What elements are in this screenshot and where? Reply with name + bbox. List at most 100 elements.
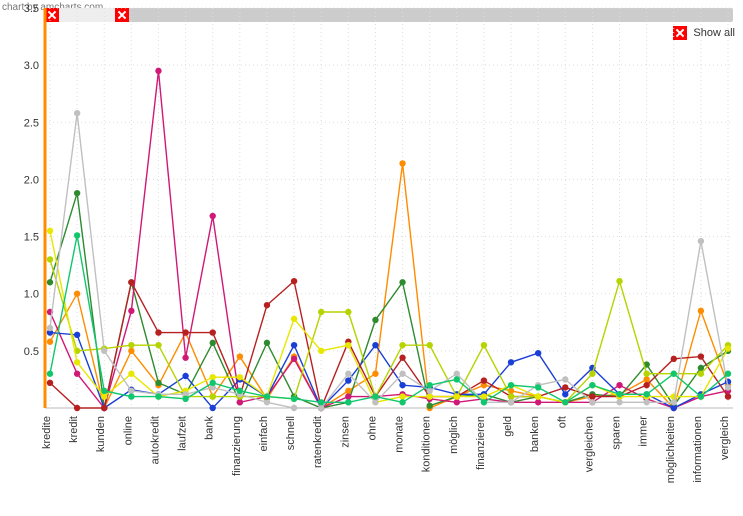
data-point[interactable] bbox=[74, 359, 80, 365]
data-point[interactable] bbox=[74, 371, 80, 377]
data-point[interactable] bbox=[671, 405, 677, 411]
data-point[interactable] bbox=[616, 278, 622, 284]
data-point[interactable] bbox=[47, 256, 53, 262]
data-point[interactable] bbox=[589, 382, 595, 388]
data-point[interactable] bbox=[155, 380, 161, 386]
data-point[interactable] bbox=[399, 382, 405, 388]
data-point[interactable] bbox=[74, 291, 80, 297]
data-point[interactable] bbox=[616, 399, 622, 405]
data-point[interactable] bbox=[237, 374, 243, 380]
data-point[interactable] bbox=[101, 388, 107, 394]
data-point[interactable] bbox=[481, 399, 487, 405]
data-point[interactable] bbox=[210, 393, 216, 399]
data-point[interactable] bbox=[318, 405, 324, 411]
data-point[interactable] bbox=[671, 399, 677, 405]
data-point[interactable] bbox=[345, 377, 351, 383]
data-point[interactable] bbox=[643, 399, 649, 405]
data-point[interactable] bbox=[562, 391, 568, 397]
data-point[interactable] bbox=[318, 348, 324, 354]
data-point[interactable] bbox=[237, 399, 243, 405]
data-point[interactable] bbox=[155, 68, 161, 74]
data-point[interactable] bbox=[562, 399, 568, 405]
data-point[interactable] bbox=[210, 340, 216, 346]
data-point[interactable] bbox=[74, 190, 80, 196]
data-point[interactable] bbox=[210, 380, 216, 386]
data-point[interactable] bbox=[155, 342, 161, 348]
data-point[interactable] bbox=[372, 393, 378, 399]
data-point[interactable] bbox=[74, 110, 80, 116]
data-point[interactable] bbox=[210, 374, 216, 380]
data-point[interactable] bbox=[616, 391, 622, 397]
data-point[interactable] bbox=[698, 393, 704, 399]
data-point[interactable] bbox=[237, 388, 243, 394]
data-point[interactable] bbox=[264, 399, 270, 405]
data-point[interactable] bbox=[508, 393, 514, 399]
data-point[interactable] bbox=[318, 399, 324, 405]
data-point[interactable] bbox=[643, 391, 649, 397]
data-point[interactable] bbox=[128, 348, 134, 354]
data-point[interactable] bbox=[345, 309, 351, 315]
data-point[interactable] bbox=[725, 393, 731, 399]
data-point[interactable] bbox=[47, 325, 53, 331]
data-point[interactable] bbox=[128, 388, 134, 394]
data-point[interactable] bbox=[399, 371, 405, 377]
data-point[interactable] bbox=[589, 399, 595, 405]
data-point[interactable] bbox=[291, 316, 297, 322]
data-point[interactable] bbox=[698, 371, 704, 377]
data-point[interactable] bbox=[399, 279, 405, 285]
data-point[interactable] bbox=[725, 371, 731, 377]
data-point[interactable] bbox=[345, 342, 351, 348]
data-point[interactable] bbox=[562, 384, 568, 390]
data-point[interactable] bbox=[182, 355, 188, 361]
data-point[interactable] bbox=[399, 393, 405, 399]
data-point[interactable] bbox=[643, 376, 649, 382]
data-point[interactable] bbox=[454, 371, 460, 377]
data-point[interactable] bbox=[155, 393, 161, 399]
data-point[interactable] bbox=[47, 380, 53, 386]
data-point[interactable] bbox=[671, 356, 677, 362]
data-point[interactable] bbox=[589, 371, 595, 377]
data-point[interactable] bbox=[725, 384, 731, 390]
data-point[interactable] bbox=[291, 396, 297, 402]
data-point[interactable] bbox=[372, 342, 378, 348]
data-point[interactable] bbox=[481, 377, 487, 383]
data-point[interactable] bbox=[155, 329, 161, 335]
data-point[interactable] bbox=[616, 382, 622, 388]
data-point[interactable] bbox=[345, 388, 351, 394]
data-point[interactable] bbox=[101, 405, 107, 411]
data-point[interactable] bbox=[372, 399, 378, 405]
data-point[interactable] bbox=[372, 317, 378, 323]
data-point[interactable] bbox=[426, 382, 432, 388]
data-point[interactable] bbox=[508, 399, 514, 405]
data-point[interactable] bbox=[454, 399, 460, 405]
data-point[interactable] bbox=[264, 393, 270, 399]
data-point[interactable] bbox=[128, 308, 134, 314]
data-point[interactable] bbox=[345, 399, 351, 405]
data-point[interactable] bbox=[698, 353, 704, 359]
data-point[interactable] bbox=[47, 339, 53, 345]
data-point[interactable] bbox=[535, 393, 541, 399]
data-point[interactable] bbox=[210, 405, 216, 411]
data-point[interactable] bbox=[399, 399, 405, 405]
data-point[interactable] bbox=[589, 393, 595, 399]
data-point[interactable] bbox=[399, 160, 405, 166]
data-point[interactable] bbox=[128, 342, 134, 348]
data-point[interactable] bbox=[698, 308, 704, 314]
data-point[interactable] bbox=[210, 213, 216, 219]
data-point[interactable] bbox=[74, 405, 80, 411]
data-point[interactable] bbox=[481, 342, 487, 348]
data-point[interactable] bbox=[291, 405, 297, 411]
data-point[interactable] bbox=[535, 350, 541, 356]
data-point[interactable] bbox=[643, 371, 649, 377]
data-point[interactable] bbox=[264, 302, 270, 308]
data-point[interactable] bbox=[562, 376, 568, 382]
data-point[interactable] bbox=[47, 279, 53, 285]
data-point[interactable] bbox=[291, 356, 297, 362]
data-point[interactable] bbox=[128, 371, 134, 377]
data-point[interactable] bbox=[698, 365, 704, 371]
data-point[interactable] bbox=[508, 359, 514, 365]
data-point[interactable] bbox=[345, 393, 351, 399]
data-point[interactable] bbox=[372, 371, 378, 377]
data-point[interactable] bbox=[671, 371, 677, 377]
data-point[interactable] bbox=[291, 342, 297, 348]
